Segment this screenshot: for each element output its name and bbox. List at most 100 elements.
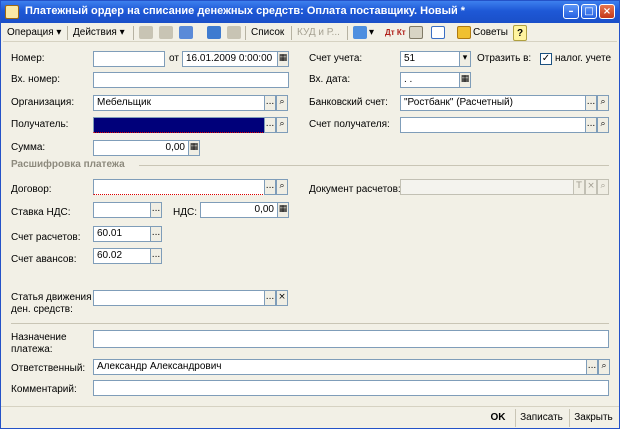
- incoming-date-field[interactable]: . .: [400, 72, 460, 88]
- section-divider: [139, 165, 609, 166]
- document-window: Платежный ордер на списание денежных сре…: [0, 0, 620, 429]
- settlement-account-field[interactable]: 60.01: [93, 226, 151, 242]
- purpose-label-line2: платежа:: [11, 344, 53, 355]
- search-icon[interactable]: ⌕: [598, 359, 610, 375]
- save-button[interactable]: Записать: [515, 409, 567, 427]
- organization-field[interactable]: Мебельщик: [93, 95, 265, 111]
- calculator-icon[interactable]: ▦: [277, 202, 289, 218]
- operation-menu[interactable]: Операция ▾: [7, 25, 61, 41]
- purpose-field[interactable]: [93, 330, 609, 348]
- incoming-number-label: Вх. номер:: [11, 74, 60, 85]
- cashflow-item-label-line1: Статья движения: [11, 292, 92, 303]
- clear-icon: ×: [585, 179, 597, 195]
- toolbar-separator: [347, 26, 348, 40]
- structure-icon[interactable]: [431, 26, 445, 39]
- bank-account-select-button[interactable]: ...: [585, 95, 597, 111]
- cashflow-item-field[interactable]: [93, 290, 265, 306]
- divider: [11, 323, 609, 324]
- comment-field[interactable]: [93, 380, 609, 396]
- section-title: Расшифровка платежа: [11, 159, 125, 170]
- cashflow-item-select-button[interactable]: ...: [264, 290, 276, 306]
- date-field[interactable]: 16.01.2009 0:00:00: [182, 51, 278, 67]
- search-icon[interactable]: ⌕: [276, 117, 288, 133]
- document-icon: [5, 5, 19, 19]
- contract-select-button[interactable]: ...: [264, 179, 276, 195]
- refresh-icon[interactable]: [179, 26, 193, 39]
- search-icon[interactable]: ⌕: [276, 179, 288, 195]
- vat-rate-select-button[interactable]: ...: [150, 202, 162, 218]
- unpost-icon[interactable]: [227, 26, 241, 39]
- sum-field[interactable]: 0,00: [93, 140, 189, 156]
- recipient-select-button[interactable]: ...: [264, 117, 276, 133]
- comment-label: Комментарий:: [11, 384, 77, 395]
- advance-account-select-button[interactable]: ...: [150, 248, 162, 264]
- search-icon[interactable]: ⌕: [276, 95, 288, 111]
- calendar-icon[interactable]: ▦: [277, 51, 289, 67]
- advance-account-field[interactable]: 60.02: [93, 248, 151, 264]
- toolbar-separator: [291, 26, 292, 40]
- settlement-account-select-button[interactable]: ...: [150, 226, 162, 242]
- advance-account-label: Счет авансов:: [11, 254, 77, 265]
- type-icon: T: [573, 179, 585, 195]
- tax-accounting-checkbox[interactable]: ✓: [540, 53, 552, 65]
- toolbar-separator: [67, 26, 68, 40]
- account-field[interactable]: 51: [400, 51, 460, 67]
- create-based-icon[interactable]: [353, 26, 367, 39]
- ok-button[interactable]: OK: [483, 409, 513, 427]
- copy-icon[interactable]: [159, 26, 173, 39]
- incoming-number-field[interactable]: [93, 72, 289, 88]
- sum-label: Сумма:: [11, 142, 46, 153]
- help-button[interactable]: ?: [513, 25, 527, 41]
- purpose-label-line1: Назначение: [11, 332, 67, 343]
- window-title: Платежный ордер на списание денежных сре…: [25, 5, 466, 17]
- toolbar: Операция ▾ Действия ▾ Список КУД и Р... …: [3, 24, 617, 42]
- search-icon[interactable]: ⌕: [597, 95, 609, 111]
- dt-kt-icon[interactable]: Дт Кт: [385, 25, 406, 41]
- vat-rate-field[interactable]: [93, 202, 151, 218]
- tips-icon[interactable]: [457, 26, 471, 39]
- toolbar-separator: [133, 26, 134, 40]
- post-icon[interactable]: [207, 26, 221, 39]
- actions-menu[interactable]: Действия ▾: [73, 25, 125, 41]
- clear-icon[interactable]: ×: [276, 290, 288, 306]
- vat-field[interactable]: 0,00: [200, 202, 278, 218]
- organization-select-button[interactable]: ...: [264, 95, 276, 111]
- contract-field[interactable]: [93, 179, 265, 195]
- maximize-button[interactable]: □: [581, 4, 597, 19]
- vat-rate-label: Ставка НДС:: [11, 207, 71, 218]
- title-bar[interactable]: Платежный ордер на списание денежных сре…: [1, 1, 619, 23]
- account-dropdown-icon[interactable]: ▾: [459, 51, 471, 67]
- account-label: Счет учета:: [309, 53, 363, 64]
- calendar-icon[interactable]: ▦: [459, 72, 471, 88]
- journal-icon[interactable]: [409, 26, 423, 39]
- tips-button[interactable]: Советы: [473, 25, 508, 41]
- close-button[interactable]: Закрыть: [569, 409, 617, 427]
- contract-label: Договор:: [11, 184, 52, 195]
- tax-accounting-label: налог. учете: [555, 53, 612, 64]
- calculator-icon[interactable]: ▦: [188, 140, 200, 156]
- bank-account-field[interactable]: "Ростбанк" (Расчетный): [400, 95, 586, 111]
- number-field[interactable]: [93, 51, 165, 67]
- responsible-field[interactable]: Александр Александрович: [93, 359, 587, 375]
- kud-button[interactable]: КУД и Р...: [297, 25, 340, 41]
- search-icon[interactable]: ⌕: [597, 117, 609, 133]
- responsible-select-button[interactable]: ...: [586, 359, 598, 375]
- toolbar-separator: [245, 26, 246, 40]
- recipient-account-field[interactable]: [400, 117, 586, 133]
- close-icon[interactable]: ×: [599, 4, 615, 19]
- add-icon[interactable]: [139, 26, 153, 39]
- number-label: Номер:: [11, 53, 45, 64]
- incoming-date-label: Вх. дата:: [309, 74, 351, 85]
- vat-label: НДС:: [173, 207, 197, 218]
- cashflow-item-label-line2: ден. средств:: [11, 304, 73, 315]
- settlement-document-label: Документ расчетов:: [309, 184, 401, 195]
- minimize-button[interactable]: –: [563, 4, 579, 19]
- operation-menu-label: Операция: [7, 27, 54, 38]
- recipient-account-select-button[interactable]: ...: [585, 117, 597, 133]
- actions-menu-label: Действия: [73, 27, 117, 38]
- list-button[interactable]: Список: [251, 25, 284, 41]
- settlement-document-field: [400, 179, 574, 195]
- date-from-label: от: [169, 53, 179, 64]
- recipient-field[interactable]: [93, 117, 265, 133]
- create-based-dropdown-icon[interactable]: ▾: [369, 25, 374, 41]
